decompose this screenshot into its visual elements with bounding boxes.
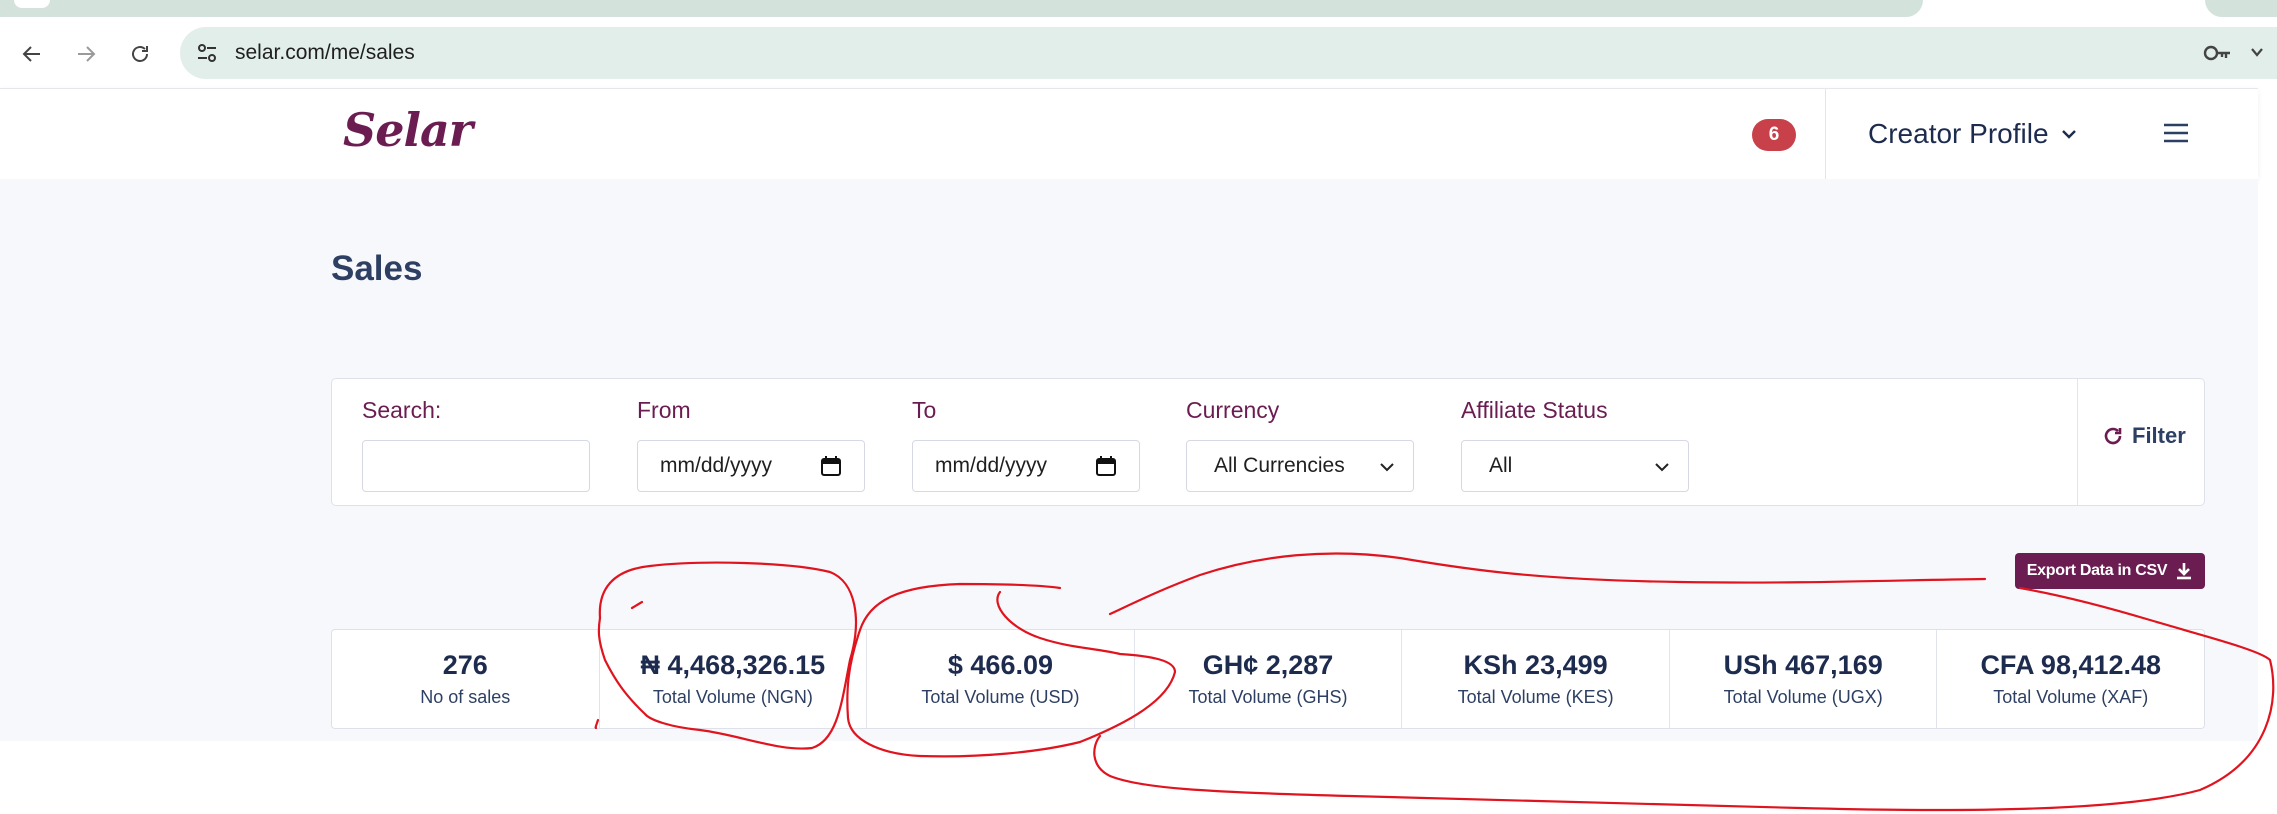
stat-total-kes: KSh 23,499 Total Volume (KES) [1402, 630, 1670, 728]
stat-label: Total Volume (KES) [1457, 687, 1614, 707]
stat-total-usd: $ 466.09 Total Volume (USD) [867, 630, 1135, 728]
filter-divider [2077, 379, 2078, 505]
stat-total-xaf: CFA 98,412.48 Total Volume (XAF) [1937, 630, 2204, 728]
forward-arrow-icon [78, 46, 96, 62]
currency-label: Currency [1186, 397, 1280, 423]
stat-value: ₦ 4,468,326.15 [640, 650, 826, 680]
selar-logo[interactable]: Selar [343, 103, 473, 157]
browser-tab-strip [0, 0, 2277, 20]
from-date-value: mm/dd/yyyy [660, 454, 773, 477]
to-label: To [912, 397, 937, 423]
filter-button[interactable]: Filter [2102, 423, 2186, 449]
chevron-down-icon [1380, 463, 1394, 472]
stat-label: Total Volume (UGX) [1723, 687, 1883, 707]
download-icon [2177, 563, 2192, 580]
to-date-input[interactable]: mm/dd/yyyy [912, 440, 1140, 492]
browser-toolbar: selar.com/me/sales [0, 20, 2277, 88]
affiliate-status-group: Affiliate Status All [1461, 397, 1689, 492]
creator-profile-dropdown[interactable]: Creator Profile [1868, 89, 2079, 179]
currency-group: Currency All Currencies [1186, 397, 1414, 492]
stat-value: USh 467,169 [1723, 650, 1883, 680]
filter-panel: Search: From mm/dd/yyyy To mm/dd/yyyy Cu… [331, 378, 2205, 506]
stat-label: Total Volume (XAF) [1993, 687, 2149, 707]
notification-badge[interactable]: 6 [1752, 119, 1796, 151]
search-label: Search: [362, 397, 442, 423]
stat-label: No of sales [420, 687, 511, 707]
back-arrow-icon [22, 46, 40, 62]
from-date-group: From mm/dd/yyyy [637, 397, 865, 492]
to-date-value: mm/dd/yyyy [935, 454, 1048, 477]
to-date-group: To mm/dd/yyyy [912, 397, 1140, 492]
active-tab-edge[interactable] [14, 0, 50, 8]
reload-icon [132, 46, 148, 62]
stat-total-ugx: USh 467,169 Total Volume (UGX) [1670, 630, 1938, 728]
sales-stats-panel: 276 No of sales ₦ 4,468,326.15 Total Vol… [331, 629, 2205, 729]
search-group: Search: [362, 397, 590, 492]
stat-label: Total Volume (USD) [921, 687, 1080, 707]
currency-selected-value: All Currencies [1214, 454, 1345, 477]
stat-value: KSh 23,499 [1463, 650, 1608, 680]
more-icon[interactable] [2250, 41, 2264, 65]
affiliate-status-label: Affiliate Status [1461, 397, 1608, 423]
stat-value: 276 [442, 650, 488, 680]
currency-select[interactable]: All Currencies [1186, 440, 1414, 492]
forward-button[interactable] [66, 34, 106, 74]
site-settings-icon[interactable] [194, 40, 220, 66]
stat-value: $ 466.09 [947, 650, 1053, 680]
stat-label: Total Volume (GHS) [1188, 687, 1348, 707]
key-icon[interactable] [2202, 41, 2232, 65]
from-date-input[interactable]: mm/dd/yyyy [637, 440, 865, 492]
export-csv-button[interactable]: Export Data in CSV [2015, 553, 2205, 589]
chevron-down-icon [2061, 130, 2076, 139]
stat-total-ngn: ₦ 4,468,326.15 Total Volume (NGN) [600, 630, 868, 728]
header-divider [1825, 89, 1826, 179]
reload-button[interactable] [120, 34, 160, 74]
affiliate-selected-value: All [1489, 454, 1513, 477]
calendar-icon[interactable] [1095, 455, 1117, 477]
stat-label: Total Volume (NGN) [652, 687, 813, 707]
affiliate-status-select[interactable]: All [1461, 440, 1689, 492]
calendar-icon[interactable] [820, 455, 842, 477]
stat-value: CFA 98,412.48 [1980, 650, 2162, 680]
stat-total-ghs: GH¢ 2,287 Total Volume (GHS) [1135, 630, 1403, 728]
export-csv-label: Export Data in CSV [2026, 562, 2168, 579]
tab-strip-background [0, 0, 1923, 17]
stat-no-of-sales: 276 No of sales [332, 630, 600, 728]
back-button[interactable] [12, 34, 52, 74]
filter-button-label: Filter [2132, 423, 2186, 448]
search-input[interactable] [363, 441, 589, 491]
address-bar[interactable]: selar.com/me/sales [180, 27, 2277, 79]
chevron-down-icon [1655, 463, 1669, 472]
page-title: Sales [331, 249, 423, 288]
refresh-icon [2104, 427, 2122, 445]
url-text[interactable]: selar.com/me/sales [235, 27, 415, 79]
search-input-box[interactable] [362, 440, 590, 492]
site-header: Selar 6 Creator Profile [0, 88, 2258, 179]
creator-profile-label: Creator Profile [1868, 118, 2049, 149]
hamburger-menu-icon[interactable] [2160, 117, 2192, 149]
stat-value: GH¢ 2,287 [1202, 650, 1334, 680]
tab-strip-right [2205, 0, 2277, 17]
from-label: From [637, 397, 691, 423]
